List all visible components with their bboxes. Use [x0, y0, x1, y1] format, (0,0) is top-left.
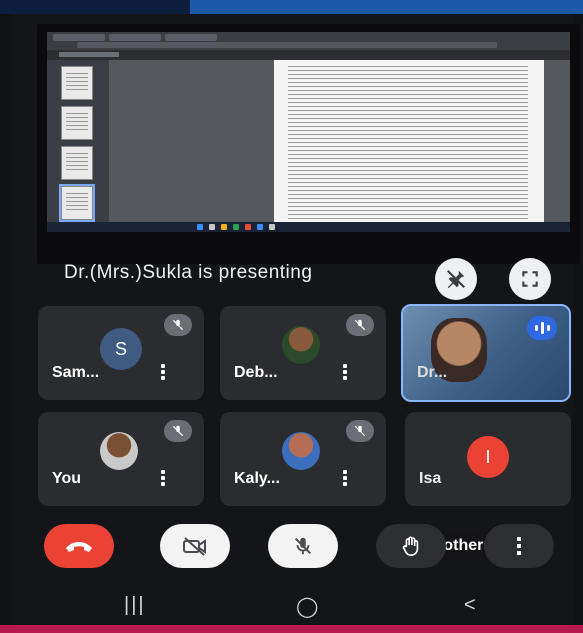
participant-name: Deb... [234, 364, 278, 381]
participant-tile[interactable]: Kaly... [220, 412, 386, 506]
participant-tile[interactable]: S Sam... [38, 306, 204, 400]
more-icon[interactable] [342, 470, 348, 488]
participant-name: You [52, 470, 82, 487]
end-call-button[interactable] [44, 524, 114, 568]
mic-off-icon [346, 314, 374, 336]
unpin-button[interactable] [435, 258, 477, 300]
presenting-label: Dr.(Mrs.)Sukla is presenting [64, 262, 313, 283]
fullscreen-icon [522, 271, 538, 287]
avatar: S [100, 328, 142, 370]
participant-tile[interactable]: You [38, 412, 204, 506]
shared-browser-window [47, 32, 570, 232]
more-icon[interactable] [160, 470, 166, 488]
participant-tile[interactable]: I Isa [405, 412, 571, 506]
raise-hand-icon [402, 536, 419, 556]
mic-off-icon [294, 537, 312, 555]
participant-video-tile[interactable]: Dr... [401, 304, 571, 402]
fullscreen-button[interactable] [509, 258, 551, 300]
camera-toggle-button[interactable] [160, 524, 230, 568]
pdf-page-area [109, 60, 570, 232]
back-button[interactable]: < [464, 594, 476, 617]
mic-toggle-button[interactable] [268, 524, 338, 568]
avatar: I [467, 436, 509, 478]
screen-frame: Dr.(Mrs.)Sukla is presenting S Sam... De… [0, 0, 583, 633]
pdf-thumbnails [47, 60, 109, 232]
home-button[interactable]: ◯ [296, 594, 318, 619]
participant-name: Dr... [417, 364, 448, 381]
system-nav-bar: ||| ◯ < [12, 586, 573, 625]
more-icon[interactable] [342, 364, 348, 382]
avatar [282, 326, 320, 364]
more-icon[interactable] [160, 364, 166, 382]
participant-name: Kaly... [234, 470, 280, 487]
top-strip [0, 0, 583, 14]
participant-name: Isa [419, 470, 442, 487]
windows-taskbar [47, 222, 570, 232]
pdf-toolbar [47, 50, 570, 60]
avatar [100, 432, 138, 470]
recents-button[interactable]: ||| [124, 594, 146, 617]
browser-chrome [47, 32, 570, 50]
more-options-icon [517, 537, 521, 555]
pin-off-icon [447, 270, 465, 289]
avatar [282, 432, 320, 470]
participant-name: Sam... [52, 364, 100, 381]
bottom-strip [0, 625, 583, 633]
mic-off-icon [346, 420, 374, 442]
raise-hand-button[interactable] [376, 524, 446, 568]
more-options-button[interactable] [484, 524, 554, 568]
participant-tile[interactable]: Deb... [220, 306, 386, 400]
camera-off-icon [183, 537, 206, 556]
call-end-icon [66, 542, 92, 552]
shared-screen[interactable] [37, 24, 580, 264]
pdf-page [274, 60, 544, 232]
mic-off-icon [164, 420, 192, 442]
mic-off-icon [164, 314, 192, 336]
speaking-icon [527, 316, 557, 340]
